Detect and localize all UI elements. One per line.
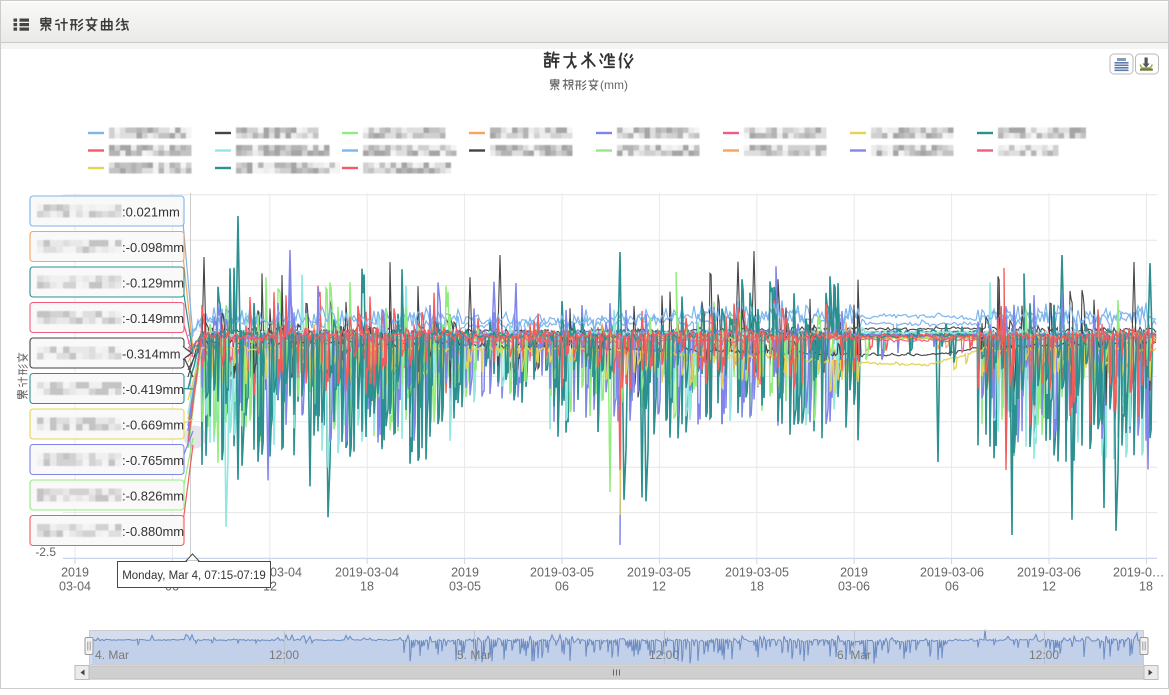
svg-text:06: 06 xyxy=(555,580,569,594)
svg-text::-0.149mm: :-0.149mm xyxy=(122,311,184,326)
svg-text:(mm): (mm) xyxy=(600,78,628,92)
svg-text:5. Mar: 5. Mar xyxy=(457,648,491,662)
svg-text:2019: 2019 xyxy=(451,566,479,580)
svg-text:2019: 2019 xyxy=(61,566,89,580)
svg-text::-0.880mm: :-0.880mm xyxy=(122,524,184,539)
svg-text:12:00: 12:00 xyxy=(649,648,679,662)
svg-text:2019-03-05: 2019-03-05 xyxy=(530,566,594,580)
svg-text::0.021mm: :0.021mm xyxy=(122,205,180,220)
svg-text::-0.098mm: :-0.098mm xyxy=(122,240,184,255)
svg-text:2019-03-04: 2019-03-04 xyxy=(335,566,399,580)
svg-text:12:00: 12:00 xyxy=(1029,648,1059,662)
svg-text::-0.419mm: :-0.419mm xyxy=(122,382,184,397)
svg-text:-2.5: -2.5 xyxy=(35,545,56,559)
svg-text:-0.314mm: -0.314mm xyxy=(122,347,181,362)
svg-text:2019-03-05: 2019-03-05 xyxy=(627,566,691,580)
svg-text:03-05: 03-05 xyxy=(449,580,481,594)
svg-text:12:00: 12:00 xyxy=(269,648,299,662)
svg-text:18: 18 xyxy=(360,580,374,594)
svg-text:2019: 2019 xyxy=(840,566,868,580)
svg-text:12: 12 xyxy=(652,580,666,594)
svg-text:2019-03-06: 2019-03-06 xyxy=(920,566,984,580)
svg-text::-0.669mm: :-0.669mm xyxy=(122,418,184,433)
svg-text::-0.129mm: :-0.129mm xyxy=(122,276,184,291)
svg-text:06: 06 xyxy=(945,580,959,594)
svg-text::-0.826mm: :-0.826mm xyxy=(122,489,184,504)
svg-text:03-04: 03-04 xyxy=(59,580,91,594)
svg-text:18: 18 xyxy=(1139,580,1153,594)
svg-text:2019-03-05: 2019-03-05 xyxy=(725,566,789,580)
svg-text:2019-03-06: 2019-03-06 xyxy=(1017,566,1081,580)
svg-text:4. Mar: 4. Mar xyxy=(95,648,129,662)
svg-text:18: 18 xyxy=(750,580,764,594)
svg-text:03-06: 03-06 xyxy=(838,580,870,594)
svg-text:12: 12 xyxy=(1042,580,1056,594)
svg-text:6. Mar: 6. Mar xyxy=(837,648,871,662)
svg-text:Monday, Mar 4, 07:15-07:19: Monday, Mar 4, 07:15-07:19 xyxy=(122,570,266,582)
svg-text::-0.765mm: :-0.765mm xyxy=(122,453,184,468)
svg-text:2019-0…: 2019-0… xyxy=(1113,566,1164,580)
